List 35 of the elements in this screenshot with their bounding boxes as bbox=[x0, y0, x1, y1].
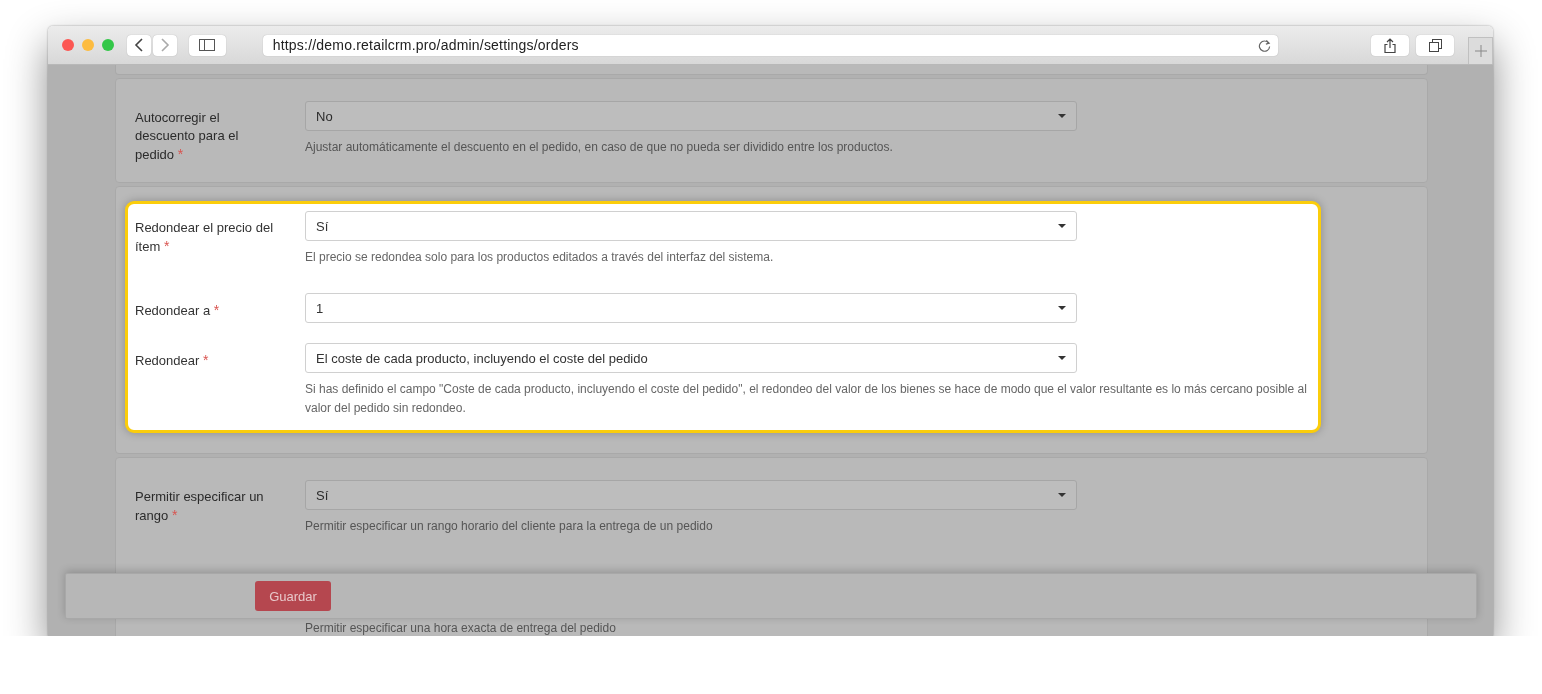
dropdown-field[interactable]: Sí bbox=[305, 480, 1077, 510]
tabs-icon bbox=[1428, 38, 1442, 52]
sidebar-button[interactable] bbox=[188, 34, 226, 56]
caret-icon bbox=[1058, 356, 1066, 360]
dropdown-field[interactable]: Sí bbox=[305, 211, 1077, 241]
help-text: Ajustar automáticamente el descuento en el pedido, en caso de que no pueda ser dividido entre los productos. bbox=[305, 139, 894, 156]
caret-icon bbox=[1058, 306, 1066, 310]
chevron-right-icon bbox=[161, 38, 169, 52]
help-text: El precio se redondea solo para los productos editados a través del interfaz del sistema. bbox=[305, 249, 775, 266]
caret-icon bbox=[1058, 493, 1066, 497]
sidebar-icon bbox=[199, 39, 216, 51]
dropdown-field[interactable]: El coste de cada producto, incluyendo el coste del pedido bbox=[305, 343, 1077, 373]
share-icon bbox=[1384, 37, 1397, 53]
dropdown-field[interactable]: 1 bbox=[305, 293, 1077, 323]
caret-icon bbox=[1058, 114, 1066, 118]
url-text: https://demo.retailcrm.pro/admin/settings/orders bbox=[272, 37, 580, 53]
reload-icon[interactable] bbox=[1258, 38, 1272, 52]
caret-icon bbox=[1058, 224, 1066, 228]
share-button[interactable] bbox=[1371, 34, 1410, 56]
field-label: Redondear a * bbox=[135, 303, 220, 318]
save-button[interactable]: Guardar bbox=[255, 581, 331, 611]
field-label: Redondear * bbox=[135, 353, 209, 368]
field-label: Autocorregir el descuento para el pedido * bbox=[135, 110, 239, 162]
back-button[interactable] bbox=[126, 34, 151, 56]
help-text: Si has definido el campo "Coste de cada producto, incluyendo el coste del pedido", el redondeo del valor de los bienes se hace de modo que el valor resultante es lo más cercano posible al valor del pedido sin redondeo. bbox=[305, 381, 1308, 417]
tabs-button[interactable] bbox=[1416, 34, 1455, 56]
help-text: Permitir especificar una hora exacta de entrega del pedido bbox=[305, 620, 617, 636]
chevron-left-icon bbox=[134, 38, 143, 52]
field-label: Permitir especificar un rango * bbox=[135, 489, 264, 523]
field-label: Redondear el precio del ítem * bbox=[135, 220, 274, 254]
address-bar[interactable]: https://demo.retailcrm.pro/admin/settings/orders bbox=[262, 34, 1279, 56]
help-text: Permitir especificar un rango horario del cliente para la entrega de un pedido bbox=[305, 518, 714, 535]
close-window-button[interactable] bbox=[62, 39, 74, 51]
plus-icon bbox=[1474, 45, 1487, 57]
dropdown-field[interactable]: No bbox=[305, 101, 1077, 131]
